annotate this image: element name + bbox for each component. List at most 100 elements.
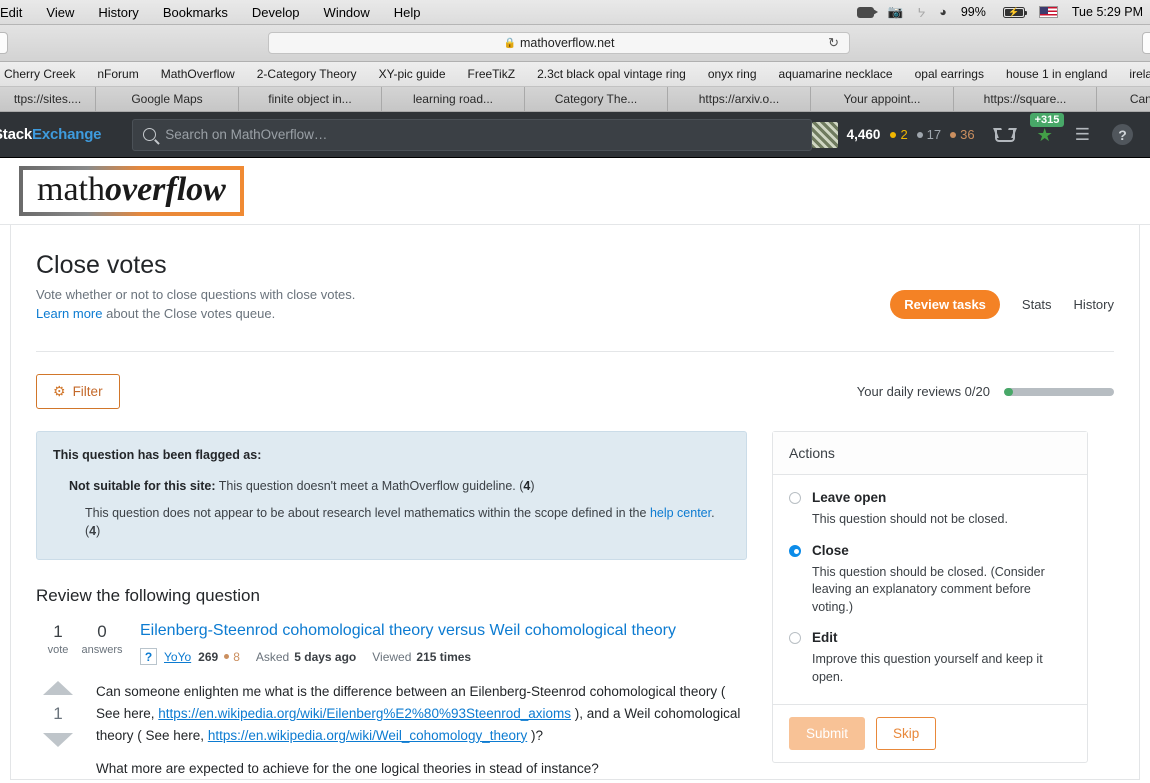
bookmark-item[interactable]: house 1 in england xyxy=(995,67,1118,81)
browser-tab[interactable]: ttps://sites.... xyxy=(0,87,96,111)
battery-icon[interactable]: ⚡ xyxy=(993,6,1032,18)
review-queue-icon[interactable]: ☰ xyxy=(1075,126,1090,143)
menu-item-window[interactable]: Window xyxy=(312,5,382,20)
daily-reviews-progress-fill xyxy=(1004,387,1013,396)
bookmark-item[interactable]: aquamarine necklace xyxy=(768,67,904,81)
main-column: This question has been flagged as: Not s… xyxy=(36,431,747,779)
bookmark-item[interactable]: MathOverflow xyxy=(150,67,246,81)
clock-label[interactable]: Tue 5:29 PM xyxy=(1065,5,1150,19)
inbox-icon[interactable] xyxy=(994,127,1015,142)
bookmark-item[interactable]: ireland house 1 xyxy=(1118,67,1150,81)
actions-heading: Actions xyxy=(773,432,1087,475)
bookmark-item[interactable]: FreeTikZ xyxy=(457,67,527,81)
radio-close[interactable] xyxy=(789,544,801,557)
action-option-close[interactable]: Close This question should be closed. (C… xyxy=(789,542,1071,617)
browser-tab[interactable]: https://square... xyxy=(954,87,1097,111)
action-title: Edit xyxy=(812,630,838,645)
asked-label: Asked xyxy=(255,649,290,664)
browser-tab[interactable]: finite object in... xyxy=(239,87,382,111)
avatar[interactable] xyxy=(811,121,838,148)
bookmark-item[interactable]: nForum xyxy=(86,67,149,81)
downvote-button[interactable] xyxy=(43,733,73,747)
question-title-link[interactable]: Eilenberg-Steenrod cohomological theory … xyxy=(140,622,676,639)
bookmark-item[interactable]: XY-pic guide xyxy=(368,67,457,81)
filter-row: ⚙ Filter Your daily reviews 0/20 xyxy=(36,374,1114,409)
bookmark-item[interactable]: Cherry Creek xyxy=(0,67,86,81)
upvote-button[interactable] xyxy=(43,681,73,695)
menu-item-develop[interactable]: Develop xyxy=(240,5,312,20)
learn-more-link[interactable]: Learn more xyxy=(36,306,102,321)
toolbar-right-button[interactable] xyxy=(1142,32,1150,54)
menu-item-view[interactable]: View xyxy=(34,5,86,20)
filter-button-label: Filter xyxy=(72,384,103,399)
silver-badge-count[interactable]: 17 xyxy=(916,127,941,142)
filter-button[interactable]: ⚙ Filter xyxy=(36,374,120,409)
reputation-count[interactable]: 4,460 xyxy=(847,127,881,142)
tab-review-tasks[interactable]: Review tasks xyxy=(890,290,1000,319)
menu-item-bookmarks[interactable]: Bookmarks xyxy=(151,5,240,20)
browser-tab[interactable]: Category The... xyxy=(525,87,668,111)
bookmark-item[interactable]: 2.3ct black opal vintage ring xyxy=(526,67,697,81)
action-option-leave-open[interactable]: Leave open This question should not be c… xyxy=(789,489,1071,529)
browser-tab[interactable]: Google Maps xyxy=(96,87,239,111)
wikipedia-eilenberg-steenrod-link[interactable]: https://en.wikipedia.org/wiki/Eilenberg%… xyxy=(158,706,571,721)
toolbar-left-button[interactable] xyxy=(0,32,8,54)
address-bar[interactable]: 🔒 mathoverflow.net ↻ xyxy=(268,32,850,54)
action-title: Close xyxy=(812,542,849,558)
flag-detail-close: ) xyxy=(96,524,101,539)
search-input[interactable]: Search on MathOverflow… xyxy=(132,118,812,151)
review-tabs: Review tasks Stats History xyxy=(890,290,1114,319)
bluetooth-icon[interactable]: ᔭ xyxy=(910,5,932,20)
radio-leave-open[interactable] xyxy=(789,492,801,504)
flag-notice-box: This question has been flagged as: Not s… xyxy=(36,431,747,560)
action-title: Leave open xyxy=(812,490,887,505)
screenshot-icon[interactable]: 📷 xyxy=(881,5,911,20)
flag-heading: This question has been flagged as: xyxy=(53,448,262,462)
wikipedia-weil-cohomology-link[interactable]: https://en.wikipedia.org/wiki/Weil_cohom… xyxy=(208,728,527,743)
achievement-count-badge: +315 xyxy=(1029,112,1065,127)
us-flag-icon[interactable] xyxy=(1032,6,1065,18)
action-description: This question should be closed. (Conside… xyxy=(812,564,1045,614)
votes-label: vote xyxy=(47,644,69,656)
skip-button[interactable]: Skip xyxy=(876,717,937,750)
bookmark-item[interactable]: 2-Category Theory xyxy=(246,67,368,81)
menu-item-help[interactable]: Help xyxy=(382,5,433,20)
browser-tab[interactable]: https://arxiv.o... xyxy=(668,87,811,111)
content-columns: This question has been flagged as: Not s… xyxy=(36,431,1114,779)
bronze-badge-count[interactable]: 36 xyxy=(950,127,975,142)
stackexchange-logo[interactable]: StackExchange xyxy=(0,126,101,143)
flag-detail-line: This question does not appear to be abou… xyxy=(85,504,730,542)
reload-icon[interactable]: ↻ xyxy=(828,35,839,51)
answers-label: answers xyxy=(81,644,123,656)
menu-item-history[interactable]: History xyxy=(86,5,150,20)
submit-button[interactable]: Submit xyxy=(789,717,866,750)
video-camera-icon[interactable] xyxy=(850,6,881,18)
bookmark-item[interactable]: opal earrings xyxy=(904,67,995,81)
tab-stats[interactable]: Stats xyxy=(1022,297,1052,312)
votes-stat: 1 vote xyxy=(36,622,80,665)
gold-badge-count[interactable]: 2 xyxy=(890,127,908,142)
action-description: This question should not be closed. xyxy=(812,512,1008,526)
answers-stat: 0 answers xyxy=(80,622,124,665)
user-bronze-badges[interactable]: 8 xyxy=(224,650,240,664)
browser-tab[interactable]: learning road... xyxy=(382,87,525,111)
user-avatar[interactable]: ? xyxy=(140,648,157,665)
bookmark-item[interactable]: onyx ring xyxy=(697,67,768,81)
wifi-icon[interactable]: ◕ xyxy=(932,5,954,19)
logo-math-text: math xyxy=(37,171,105,208)
browser-tab[interactable]: Can't submit... xyxy=(1097,87,1150,111)
user-name-link[interactable]: YoYo xyxy=(164,650,191,664)
browser-tab[interactable]: Your appoint... xyxy=(811,87,954,111)
tab-history[interactable]: History xyxy=(1074,297,1114,312)
menu-item-edit[interactable]: Edit xyxy=(0,5,34,20)
actions-footer: Submit Skip xyxy=(773,704,1087,762)
logo-overflow-text: overflow xyxy=(104,171,226,208)
help-center-link[interactable]: help center xyxy=(650,506,711,520)
mathoverflow-logo[interactable]: mathoverflow xyxy=(19,166,244,216)
help-icon[interactable]: ? xyxy=(1112,124,1133,145)
action-option-edit[interactable]: Edit Improve this question yourself and … xyxy=(789,629,1071,686)
divider xyxy=(36,351,1114,352)
radio-edit[interactable] xyxy=(789,632,801,644)
achievements-icon[interactable]: +315 ★ xyxy=(1029,112,1065,144)
question-body-part3: )? xyxy=(527,727,543,743)
